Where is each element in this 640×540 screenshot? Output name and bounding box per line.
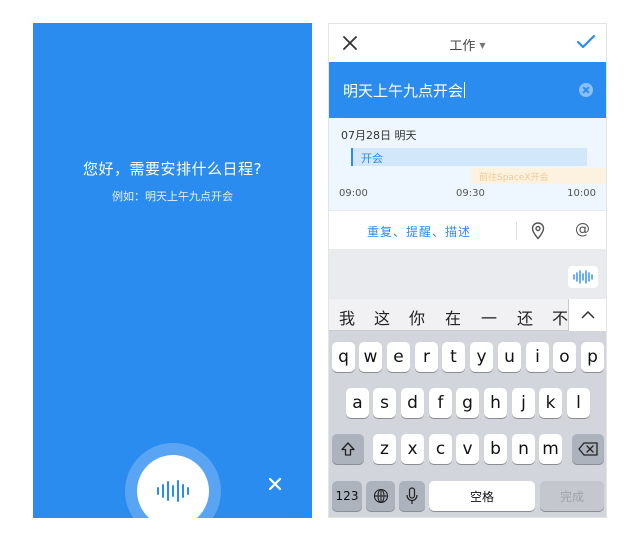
key-r[interactable]: r xyxy=(415,342,438,372)
globe-key[interactable] xyxy=(366,481,395,511)
candidate-word[interactable]: 我 xyxy=(339,305,355,329)
backspace-key[interactable] xyxy=(572,434,604,464)
text-cursor xyxy=(464,82,466,98)
candidate-word[interactable]: 不 xyxy=(552,305,568,329)
key-k[interactable]: k xyxy=(539,388,562,418)
key-y[interactable]: y xyxy=(470,342,493,372)
candidate-word[interactable]: 一 xyxy=(481,305,497,329)
voice-wave-icon xyxy=(157,480,189,502)
key-c[interactable]: c xyxy=(429,434,452,464)
repeat-remind-describe-link[interactable]: 重复、提醒、描述 xyxy=(367,223,471,240)
example-hint: 例如：明天上午九点开会 xyxy=(112,190,233,203)
key-j[interactable]: j xyxy=(512,388,535,418)
time-label: 09:00 xyxy=(339,188,368,199)
voice-input-area xyxy=(329,250,606,299)
candidate-word[interactable]: 还 xyxy=(517,305,533,329)
microphone-icon xyxy=(406,487,418,504)
key-n[interactable]: n xyxy=(512,434,535,464)
key-i[interactable]: i xyxy=(526,342,549,372)
done-key[interactable]: 完成 xyxy=(540,481,604,511)
event-block[interactable]: 开会 xyxy=(351,148,587,166)
key-f[interactable]: f xyxy=(429,388,452,418)
new-event-screen: 工作 ▼ 明天上午九点开会 07月28日 明天 开会 前往SpaceX开会 09:… xyxy=(328,23,607,518)
key-e[interactable]: e xyxy=(387,342,410,372)
key-d[interactable]: d xyxy=(401,388,424,418)
space-key[interactable]: 空格 xyxy=(429,481,535,511)
dictation-key[interactable] xyxy=(399,481,425,511)
numbers-key[interactable]: 123 xyxy=(332,481,362,511)
key-q[interactable]: q xyxy=(332,342,355,372)
calendar-selector[interactable]: 工作 ▼ xyxy=(329,35,606,54)
voice-assistant-panel: 您好，需要安排什么日程? 例如：明天上午九点开会 xyxy=(33,23,312,518)
divider xyxy=(516,222,517,240)
key-z[interactable]: z xyxy=(373,434,396,464)
top-bar: 工作 ▼ xyxy=(329,24,606,62)
key-a[interactable]: a xyxy=(346,388,369,418)
candidate-word[interactable]: 在 xyxy=(445,305,461,329)
expand-candidates-button[interactable] xyxy=(568,299,606,331)
key-p[interactable]: p xyxy=(581,342,604,372)
candidate-word[interactable]: 你 xyxy=(409,305,425,329)
calendar-name: 工作 xyxy=(449,39,476,54)
conflict-event-label: 前往SpaceX开会 xyxy=(479,173,549,183)
voice-wave-icon xyxy=(573,270,593,284)
key-h[interactable]: h xyxy=(484,388,507,418)
key-o[interactable]: o xyxy=(553,342,576,372)
candidate-bar: 我 这 你 在 一 还 不 xyxy=(329,299,606,331)
key-g[interactable]: g xyxy=(456,388,479,418)
key-t[interactable]: t xyxy=(442,342,465,372)
candidate-word[interactable]: 这 xyxy=(374,305,390,329)
key-l[interactable]: l xyxy=(567,388,590,418)
event-date: 07月28日 明天 xyxy=(341,129,417,142)
time-label: 10:00 xyxy=(567,188,596,199)
event-title-value: 明天上午九点开会 xyxy=(343,82,464,100)
event-title-input[interactable]: 明天上午九点开会 xyxy=(343,80,466,101)
check-icon[interactable] xyxy=(576,34,596,50)
voice-input-button[interactable] xyxy=(568,266,598,288)
close-icon[interactable] xyxy=(266,475,284,493)
shift-key[interactable] xyxy=(332,434,364,464)
shift-icon xyxy=(341,442,355,456)
keyboard: 我 这 你 在 一 还 不 q w e r t y u i o p a s d … xyxy=(329,299,606,517)
key-b[interactable]: b xyxy=(484,434,507,464)
key-s[interactable]: s xyxy=(373,388,396,418)
conflict-event-block: 前往SpaceX开会 xyxy=(471,168,606,184)
caret-down-icon: ▼ xyxy=(479,41,486,50)
clear-input-icon[interactable] xyxy=(579,83,593,97)
key-v[interactable]: v xyxy=(456,434,479,464)
backspace-icon xyxy=(578,442,598,456)
key-x[interactable]: x xyxy=(401,434,424,464)
event-block-label: 开会 xyxy=(361,152,383,165)
key-u[interactable]: u xyxy=(498,342,521,372)
chevron-up-icon xyxy=(580,311,595,319)
voice-record-button[interactable] xyxy=(137,455,209,518)
mention-button[interactable]: @ xyxy=(575,220,590,238)
schedule-preview: 07月28日 明天 开会 前往SpaceX开会 09:00 09:30 10:0… xyxy=(329,118,606,210)
time-label: 09:30 xyxy=(456,188,485,199)
location-pin-icon[interactable] xyxy=(531,222,545,240)
event-input-bar: 明天上午九点开会 xyxy=(329,62,606,118)
greeting-text: 您好，需要安排什么日程? xyxy=(83,160,262,178)
event-options-bar: 重复、提醒、描述 @ xyxy=(329,210,606,250)
key-w[interactable]: w xyxy=(359,342,382,372)
globe-icon xyxy=(373,488,388,504)
key-m[interactable]: m xyxy=(539,434,562,464)
